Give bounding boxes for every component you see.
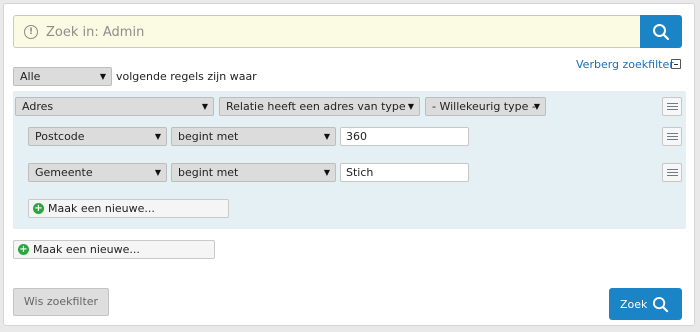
- match-select-value: Alle: [20, 70, 41, 83]
- rule-2-value: Stich: [346, 166, 374, 179]
- group-relation-value: Relatie heeft een adres van type: [226, 100, 406, 113]
- group-relation-select[interactable]: Relatie heeft een adres van type ▼: [219, 97, 420, 116]
- group-menu-button[interactable]: [662, 97, 682, 116]
- search-icon: [653, 24, 670, 41]
- chevron-down-icon: ▼: [201, 102, 208, 111]
- rule-1-operator-value: begint met: [178, 130, 239, 143]
- rule-1-value: 360: [346, 130, 367, 143]
- rule-1-field-select[interactable]: Postcode ▼: [28, 127, 167, 146]
- collapse-icon[interactable]: [671, 59, 681, 69]
- group-field-select[interactable]: Adres ▼: [15, 97, 214, 116]
- rule-2-operator-select[interactable]: begint met ▼: [171, 163, 336, 182]
- chevron-down-icon: ▼: [154, 168, 161, 177]
- hide-filter-link[interactable]: Verberg zoekfilter: [576, 58, 674, 71]
- rule-2-field-select[interactable]: Gemeente ▼: [28, 163, 167, 182]
- info-icon: !: [24, 25, 38, 39]
- group-type-value: - Willekeurig type -: [432, 100, 536, 113]
- search-icon: [652, 296, 669, 313]
- chevron-down-icon: ▼: [533, 102, 540, 111]
- rule-2-operator-value: begint met: [178, 166, 239, 179]
- rule-1-menu-button[interactable]: [662, 127, 682, 146]
- search-input[interactable]: ! Zoek in: Admin: [13, 15, 640, 48]
- match-description: volgende regels zijn waar: [116, 70, 257, 83]
- group-field-value: Adres: [22, 100, 54, 113]
- rule-1-operator-select[interactable]: begint met ▼: [171, 127, 336, 146]
- match-select[interactable]: Alle ▼: [13, 67, 112, 86]
- rule-1-value-input[interactable]: 360: [340, 127, 469, 146]
- rule-2-value-input[interactable]: Stich: [340, 163, 469, 182]
- add-rule-button[interactable]: + Maak een nieuwe...: [28, 199, 229, 218]
- submit-search-button[interactable]: Zoek: [609, 288, 682, 320]
- rule-2-menu-button[interactable]: [662, 163, 682, 182]
- rule-2-field-value: Gemeente: [35, 166, 93, 179]
- clear-filter-button[interactable]: Wis zoekfilter: [13, 288, 109, 316]
- chevron-down-icon: ▼: [99, 72, 106, 81]
- chevron-down-icon: ▼: [407, 102, 414, 111]
- plus-icon: +: [33, 203, 44, 214]
- chevron-down-icon: ▼: [154, 132, 161, 141]
- add-rule-label: Maak een nieuwe...: [48, 202, 155, 215]
- plus-icon: +: [18, 244, 29, 255]
- chevron-down-icon: ▼: [323, 168, 330, 177]
- submit-search-label: Zoek: [620, 298, 648, 311]
- chevron-down-icon: ▼: [323, 132, 330, 141]
- group-type-select[interactable]: - Willekeurig type - ▼: [425, 97, 546, 116]
- add-root-rule-label: Maak een nieuwe...: [33, 243, 140, 256]
- rule-1-field-value: Postcode: [35, 130, 85, 143]
- search-placeholder: Zoek in: Admin: [46, 25, 145, 40]
- add-root-rule-button[interactable]: + Maak een nieuwe...: [13, 240, 215, 259]
- search-button[interactable]: [640, 15, 682, 48]
